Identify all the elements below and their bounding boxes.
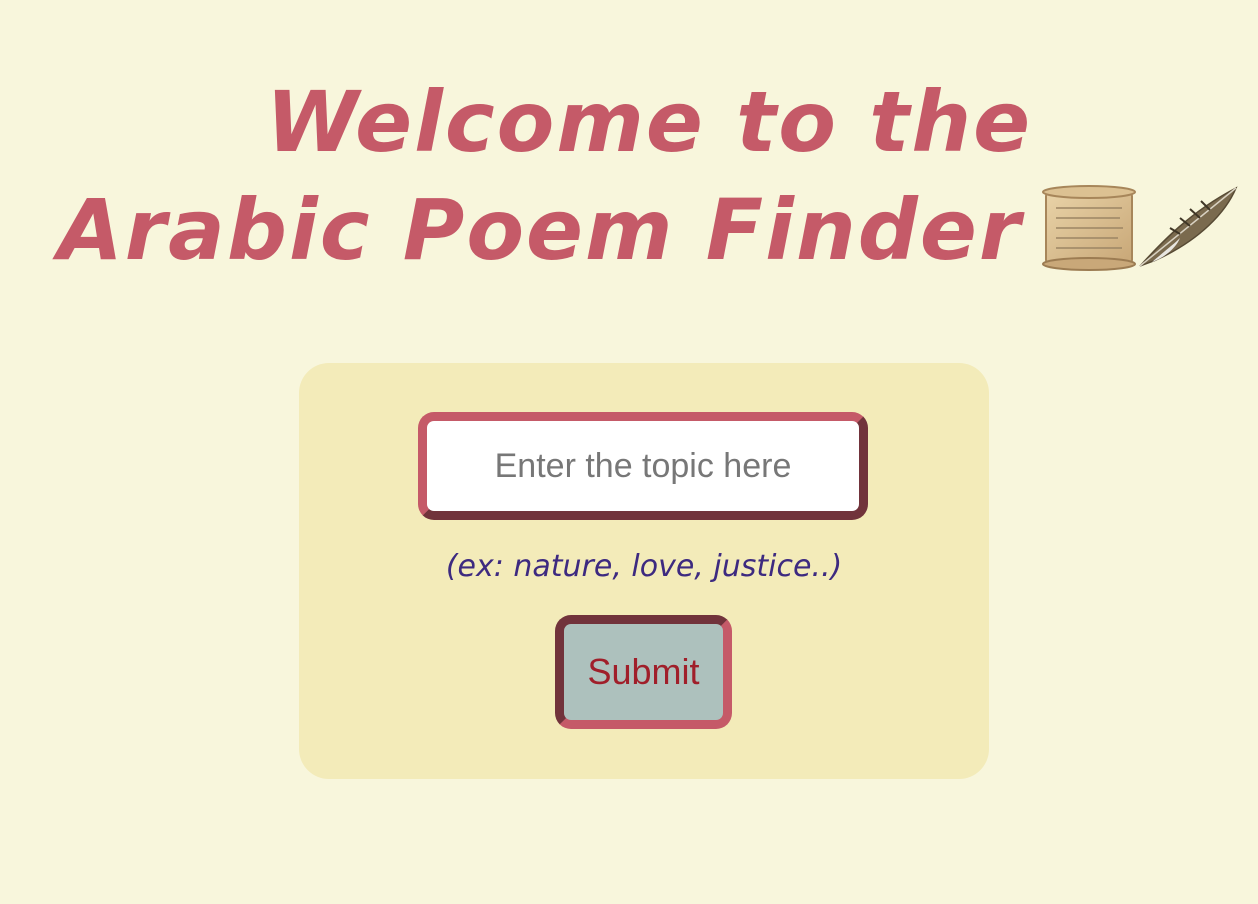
title-line-1: Welcome to the — [265, 73, 1033, 171]
scroll-icon — [1042, 185, 1137, 272]
scroll-feather-graphic — [1042, 185, 1238, 272]
title-line-2-wrap: Arabic Poem Finder — [40, 176, 1258, 284]
topic-input[interactable] — [418, 412, 868, 520]
page-title: Welcome to the Arabic Poem Finder — [40, 68, 1258, 284]
search-card: (ex: nature, love, justice..) Submit — [299, 363, 989, 779]
topic-hint: (ex: nature, love, justice..) — [445, 549, 843, 584]
title-line-2: Arabic Poem Finder — [57, 181, 1023, 279]
submit-button[interactable]: Submit — [555, 615, 732, 729]
title-icons — [1040, 182, 1240, 274]
feather-quill-icon — [1139, 186, 1238, 267]
